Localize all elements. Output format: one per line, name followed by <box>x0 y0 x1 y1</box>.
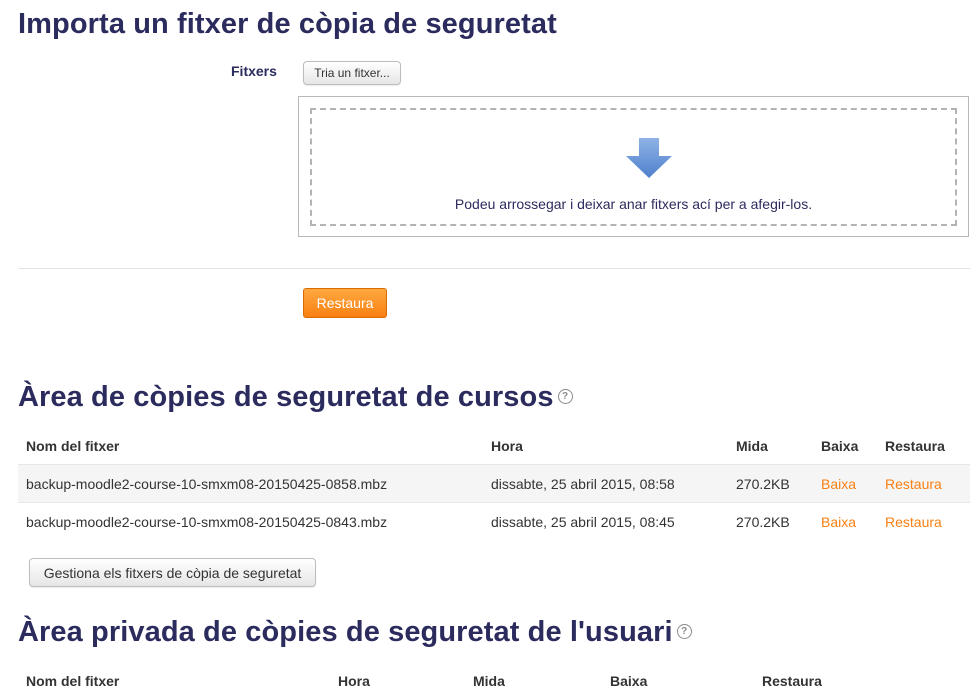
user-backups-title-text: Àrea privada de còpies de seguretat de l… <box>18 616 673 648</box>
question-circle-icon[interactable]: ? <box>676 623 692 639</box>
column-filename: Nom del fitxer <box>26 437 120 454</box>
column-download: Baixa <box>610 672 648 689</box>
user-backups-table: Nom del fitxer Hora Mida Baixa Restaura <box>18 662 970 699</box>
table-row: backup-moodle2-course-10-smxm08-20150425… <box>18 464 970 502</box>
course-backups-table: Nom del fitxer Hora Mida Baixa Restaura … <box>18 427 970 540</box>
table-header: Nom del fitxer Hora Mida Baixa Restaura <box>18 662 970 699</box>
import-title: Importa un fitxer de còpia de seguretat <box>18 8 557 40</box>
files-label: Fitxers <box>231 63 277 79</box>
download-link[interactable]: Baixa <box>821 476 856 492</box>
user-backups-title: Àrea privada de còpies de seguretat de l… <box>18 616 692 649</box>
manage-backups-button[interactable]: Gestiona els fitxers de còpia de seguret… <box>29 558 316 587</box>
download-link[interactable]: Baixa <box>821 514 856 530</box>
row-filename: backup-moodle2-course-10-smxm08-20150425… <box>26 513 388 530</box>
column-size: Mida <box>473 672 505 689</box>
row-filename: backup-moodle2-course-10-smxm08-20150425… <box>26 475 388 492</box>
row-size: 270.2KB <box>736 513 790 530</box>
restore-button[interactable]: Restaura <box>303 288 387 318</box>
column-download: Baixa <box>821 437 859 454</box>
choose-file-button[interactable]: Tria un fitxer... <box>303 61 401 85</box>
column-restore: Restaura <box>885 437 945 454</box>
restore-link[interactable]: Restaura <box>885 514 942 530</box>
column-size: Mida <box>736 437 768 454</box>
column-time: Hora <box>338 672 370 689</box>
row-size: 270.2KB <box>736 475 790 492</box>
table-header: Nom del fitxer Hora Mida Baixa Restaura <box>18 427 970 464</box>
column-filename: Nom del fitxer <box>26 672 120 689</box>
column-time: Hora <box>491 437 523 454</box>
download-arrow-icon <box>626 138 672 178</box>
restore-link[interactable]: Restaura <box>885 476 942 492</box>
row-time: dissabte, 25 abril 2015, 08:45 <box>491 513 675 530</box>
drop-instructions: Podeu arrossegar i deixar anar fitxers a… <box>454 196 813 212</box>
dropzone-dashed-area[interactable]: Podeu arrossegar i deixar anar fitxers a… <box>310 108 957 226</box>
form-divider <box>18 268 970 269</box>
question-circle-icon[interactable]: ? <box>557 388 573 404</box>
course-backups-title: Àrea de còpies de seguretat de cursos? <box>18 381 573 414</box>
table-row: backup-moodle2-course-10-smxm08-20150425… <box>18 502 970 540</box>
column-restore: Restaura <box>762 672 822 689</box>
row-time: dissabte, 25 abril 2015, 08:58 <box>491 475 675 492</box>
file-dropzone[interactable]: Podeu arrossegar i deixar anar fitxers a… <box>298 96 969 237</box>
course-backups-title-text: Àrea de còpies de seguretat de cursos <box>18 381 554 413</box>
